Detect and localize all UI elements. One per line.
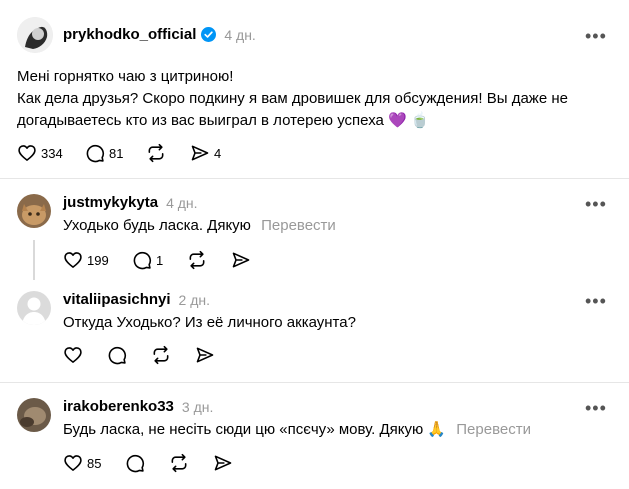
reply-count: 1 bbox=[156, 252, 164, 268]
share-count: 4 bbox=[214, 145, 222, 161]
reply-button[interactable] bbox=[107, 345, 127, 365]
reply-button[interactable]: 1 bbox=[132, 250, 163, 270]
reply-text: Уходько будь ласка. Дякую bbox=[63, 217, 251, 234]
like-button[interactable]: 85 bbox=[63, 453, 101, 473]
username[interactable]: prykhodko_official bbox=[63, 26, 196, 43]
post-header: prykhodko_official 4 дн. bbox=[63, 26, 256, 43]
like-button[interactable]: 334 bbox=[17, 143, 63, 163]
thread-line bbox=[33, 240, 35, 280]
like-count: 199 bbox=[87, 252, 109, 268]
post-body: Мені горнятко чаю з цитриною! Как дела д… bbox=[17, 66, 617, 132]
avatar[interactable] bbox=[17, 398, 51, 432]
repost-button[interactable] bbox=[151, 345, 171, 365]
heart-icon bbox=[63, 345, 83, 365]
heart-icon bbox=[63, 250, 83, 270]
avatar[interactable] bbox=[17, 194, 51, 228]
repost-icon bbox=[151, 345, 171, 365]
share-icon bbox=[213, 453, 233, 473]
reply-body: Откуда Уходько? Из её личного аккаунта? bbox=[63, 312, 356, 334]
username[interactable]: irakoberenko33 bbox=[63, 398, 174, 415]
repost-button[interactable] bbox=[187, 250, 207, 270]
comment-icon bbox=[132, 250, 152, 270]
repost-button[interactable] bbox=[169, 453, 189, 473]
reply-button[interactable] bbox=[125, 453, 145, 473]
username[interactable]: vitaliipasichnyi bbox=[63, 291, 171, 308]
share-icon bbox=[195, 345, 215, 365]
repost-button[interactable] bbox=[146, 143, 166, 163]
repost-icon bbox=[146, 143, 166, 163]
heart-icon bbox=[17, 143, 37, 163]
like-count: 334 bbox=[41, 145, 63, 161]
post-line: Как дела друзья? Скоро подкину я вам дро… bbox=[17, 90, 568, 107]
like-button[interactable]: 199 bbox=[63, 250, 109, 270]
share-icon bbox=[231, 250, 251, 270]
comment-icon bbox=[85, 143, 105, 163]
share-button[interactable] bbox=[213, 453, 233, 473]
like-button[interactable] bbox=[63, 345, 83, 365]
share-button[interactable]: 4 bbox=[190, 143, 221, 163]
post-line: догадываетесь кто из вас выиграл в лотер… bbox=[17, 112, 430, 129]
repost-icon bbox=[187, 250, 207, 270]
reply-body: Будь ласка, не несіть сюди цю «псєчу» мо… bbox=[63, 419, 531, 441]
comment-icon bbox=[107, 345, 127, 365]
translate-link[interactable]: Перевести bbox=[261, 217, 336, 234]
reply-header: irakoberenko33 3 дн. bbox=[63, 398, 213, 415]
divider bbox=[0, 382, 629, 383]
reply-text: Откуда Уходько? Из её личного аккаунта? bbox=[63, 314, 356, 331]
translate-link[interactable]: Перевести bbox=[456, 421, 531, 438]
like-count: 85 bbox=[87, 455, 102, 471]
reply-count: 81 bbox=[109, 145, 124, 161]
repost-icon bbox=[169, 453, 189, 473]
share-icon bbox=[190, 143, 210, 163]
avatar[interactable] bbox=[17, 17, 53, 53]
more-icon[interactable]: ••• bbox=[585, 26, 607, 47]
reply-body: Уходько будь ласка. Дякую Перевести bbox=[63, 215, 336, 237]
reply-time: 4 дн. bbox=[166, 194, 198, 211]
post-time: 4 дн. bbox=[224, 26, 256, 43]
divider bbox=[0, 178, 629, 179]
share-button[interactable] bbox=[231, 250, 251, 270]
avatar[interactable] bbox=[17, 291, 51, 325]
more-icon[interactable]: ••• bbox=[585, 194, 607, 215]
more-icon[interactable]: ••• bbox=[585, 398, 607, 419]
comment-icon bbox=[125, 453, 145, 473]
heart-icon bbox=[63, 453, 83, 473]
share-button[interactable] bbox=[195, 345, 215, 365]
post-line: Мені горнятко чаю з цитриною! bbox=[17, 68, 234, 85]
more-icon[interactable]: ••• bbox=[585, 291, 607, 312]
reply-header: justmykykyta 4 дн. bbox=[63, 194, 198, 211]
verified-icon bbox=[201, 27, 217, 42]
reply-text: Будь ласка, не несіть сюди цю «псєчу» мо… bbox=[63, 421, 447, 438]
reply-button[interactable]: 81 bbox=[85, 143, 123, 163]
reply-header: vitaliipasichnyi 2 дн. bbox=[63, 291, 210, 308]
reply-time: 2 дн. bbox=[178, 291, 211, 308]
reply-time: 3 дн. bbox=[181, 398, 214, 415]
username[interactable]: justmykykyta bbox=[63, 194, 158, 211]
